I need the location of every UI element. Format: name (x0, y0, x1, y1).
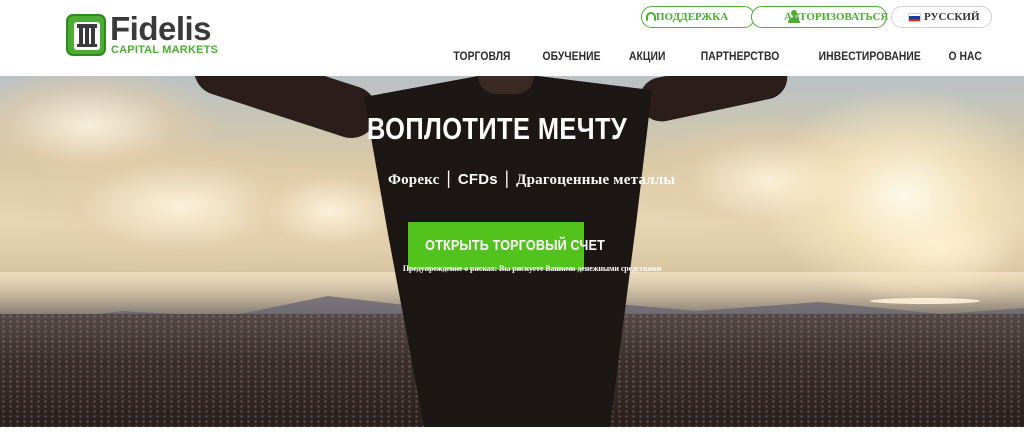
user-icon (788, 10, 800, 23)
risk-warning: Предупреждение о рисках: Вы рискуете Ваш… (402, 264, 662, 273)
main-nav: ТОРГОВЛЯ ОБУЧЕНИЕ АКЦИИ ПАРТНЕРСТВО ИНВЕ… (426, 47, 982, 65)
nav-item-promotions[interactable]: АКЦИИ (629, 49, 666, 63)
separator: | (446, 168, 451, 189)
language-label: РУССКИЙ (924, 11, 980, 23)
nav-item-about[interactable]: О НАС (949, 49, 982, 63)
hero-title: ВОПЛОТИТЕ МЕЧТУ (367, 111, 628, 146)
separator: | (504, 168, 510, 189)
headset-icon (646, 12, 656, 22)
nav-item-partnership[interactable]: ПАРТНЕРСТВО (701, 49, 780, 63)
support-button[interactable]: ПОДДЕРЖКА (641, 6, 755, 28)
product-forex: Форекс (388, 172, 440, 188)
login-button[interactable]: АВТОРИЗОВАТЬСЯ (751, 6, 888, 28)
hero-banner: ВОПЛОТИТЕ МЕЧТУ Форекс | CFDs | Драгоцен… (0, 76, 1024, 427)
open-account-label: ОТКРЫТЬ ТОРГОВЫЙ СЧЕТ (425, 237, 605, 254)
support-label: ПОДДЕРЖКА (656, 11, 729, 23)
russia-flag-icon (908, 13, 921, 22)
open-account-button[interactable]: ОТКРЫТЬ ТОРГОВЫЙ СЧЕТ (408, 222, 605, 270)
nav-item-investing[interactable]: ИНВЕСТИРОВАНИЕ (818, 49, 920, 63)
language-selector[interactable]: РУССКИЙ (891, 6, 992, 28)
logo-column-icon (66, 14, 106, 56)
brand-tagline: CAPITAL MARKETS (111, 44, 219, 56)
product-metals: Драгоценные металлы (516, 172, 676, 188)
nav-item-trading[interactable]: ТОРГОВЛЯ (453, 49, 510, 63)
site-header: Fidelis CAPITAL MARKETS ПОДДЕРЖКА АВТОРИ… (0, 0, 1024, 76)
brand-logo[interactable]: Fidelis CAPITAL MARKETS (66, 10, 219, 58)
hero-subtitle: Форекс | CFDs | Драгоценные металлы (388, 168, 675, 190)
nav-item-education[interactable]: ОБУЧЕНИЕ (542, 49, 600, 63)
product-cfds: CFDs (457, 171, 498, 188)
